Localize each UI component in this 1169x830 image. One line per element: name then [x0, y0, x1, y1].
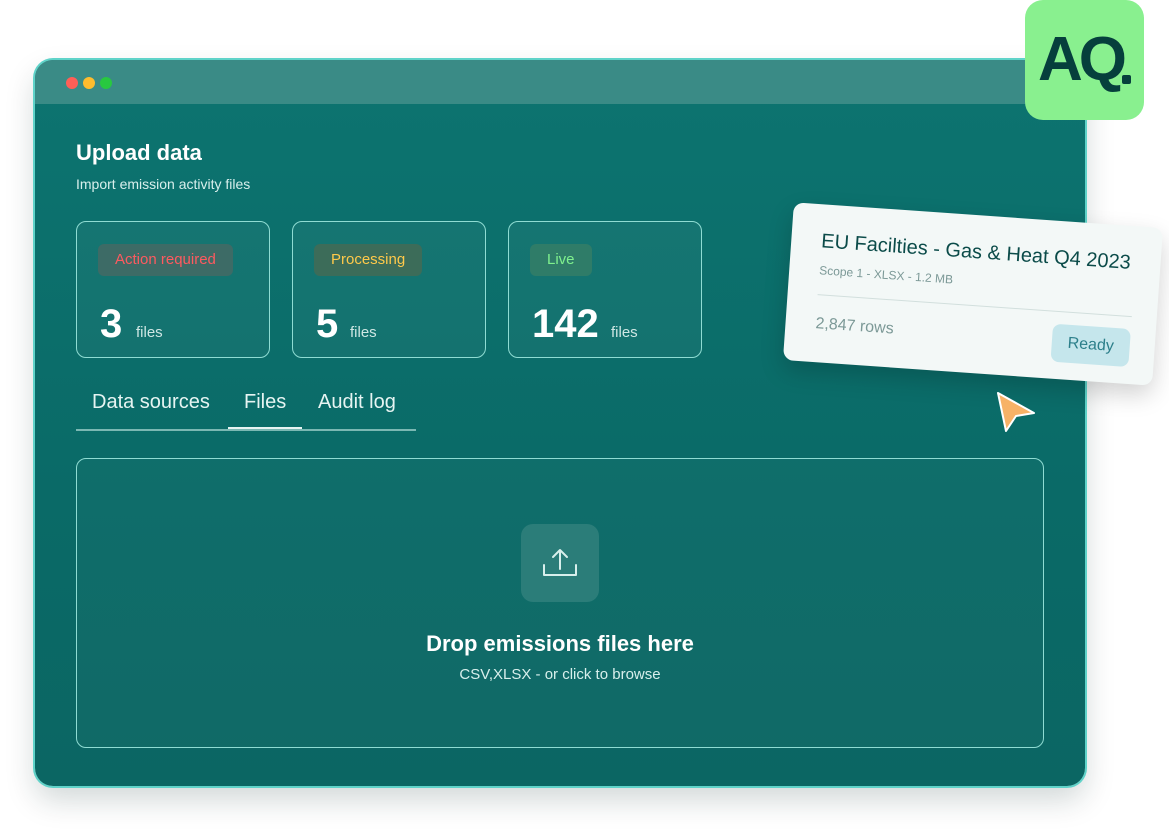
stat-count: 3 [100, 302, 123, 346]
logo-text: AQ [1038, 25, 1127, 94]
stat-count: 5 [316, 302, 339, 346]
maximize-window-button[interactable] [100, 77, 112, 89]
file-card-meta: Scope 1 - XLSX - 1.2 MB [818, 263, 954, 287]
stat-unit: files [136, 324, 163, 341]
stat-card-action-required[interactable]: Action required 3 files [76, 221, 270, 358]
tab-audit-log[interactable]: Audit log [318, 391, 396, 414]
stat-card-live[interactable]: Live 142 files [508, 221, 702, 358]
file-card-rows: 2,847 rows [814, 315, 895, 338]
brand-logo: AQ [1025, 0, 1144, 120]
dropzone-subtitle: CSV,XLSX - or click to browse [459, 666, 661, 683]
upload-icon [521, 524, 599, 602]
tab-bar: Data sources Files Audit log [76, 387, 416, 431]
divider [817, 294, 1132, 318]
status-badge: Processing [314, 244, 423, 276]
status-badge: Action required [98, 244, 233, 276]
page-title: Upload data [76, 140, 202, 165]
app-window: Upload data Import emission activity fil… [35, 60, 1085, 786]
page-subtitle: Import emission activity files [76, 176, 251, 192]
file-card[interactable]: EU Facilties - Gas & Heat Q4 2023 Scope … [782, 202, 1164, 386]
status-badge: Live [530, 244, 592, 276]
file-dropzone[interactable]: Drop emissions files here CSV,XLSX - or … [76, 458, 1044, 748]
stat-unit: files [350, 324, 377, 341]
tab-data-sources[interactable]: Data sources [92, 391, 210, 414]
stat-card-processing[interactable]: Processing 5 files [292, 221, 486, 358]
active-tab-indicator [228, 427, 302, 429]
close-window-button[interactable] [66, 77, 78, 89]
logo-dot [1122, 75, 1131, 84]
dropzone-title: Drop emissions files here [426, 631, 694, 656]
stat-unit: files [611, 324, 638, 341]
mouse-cursor-icon [997, 392, 1035, 432]
tab-files[interactable]: Files [244, 391, 286, 414]
minimize-window-button[interactable] [83, 77, 95, 89]
stat-count: 142 [532, 302, 599, 346]
window-titlebar [35, 60, 1085, 104]
status-badge: Ready [1050, 323, 1131, 368]
